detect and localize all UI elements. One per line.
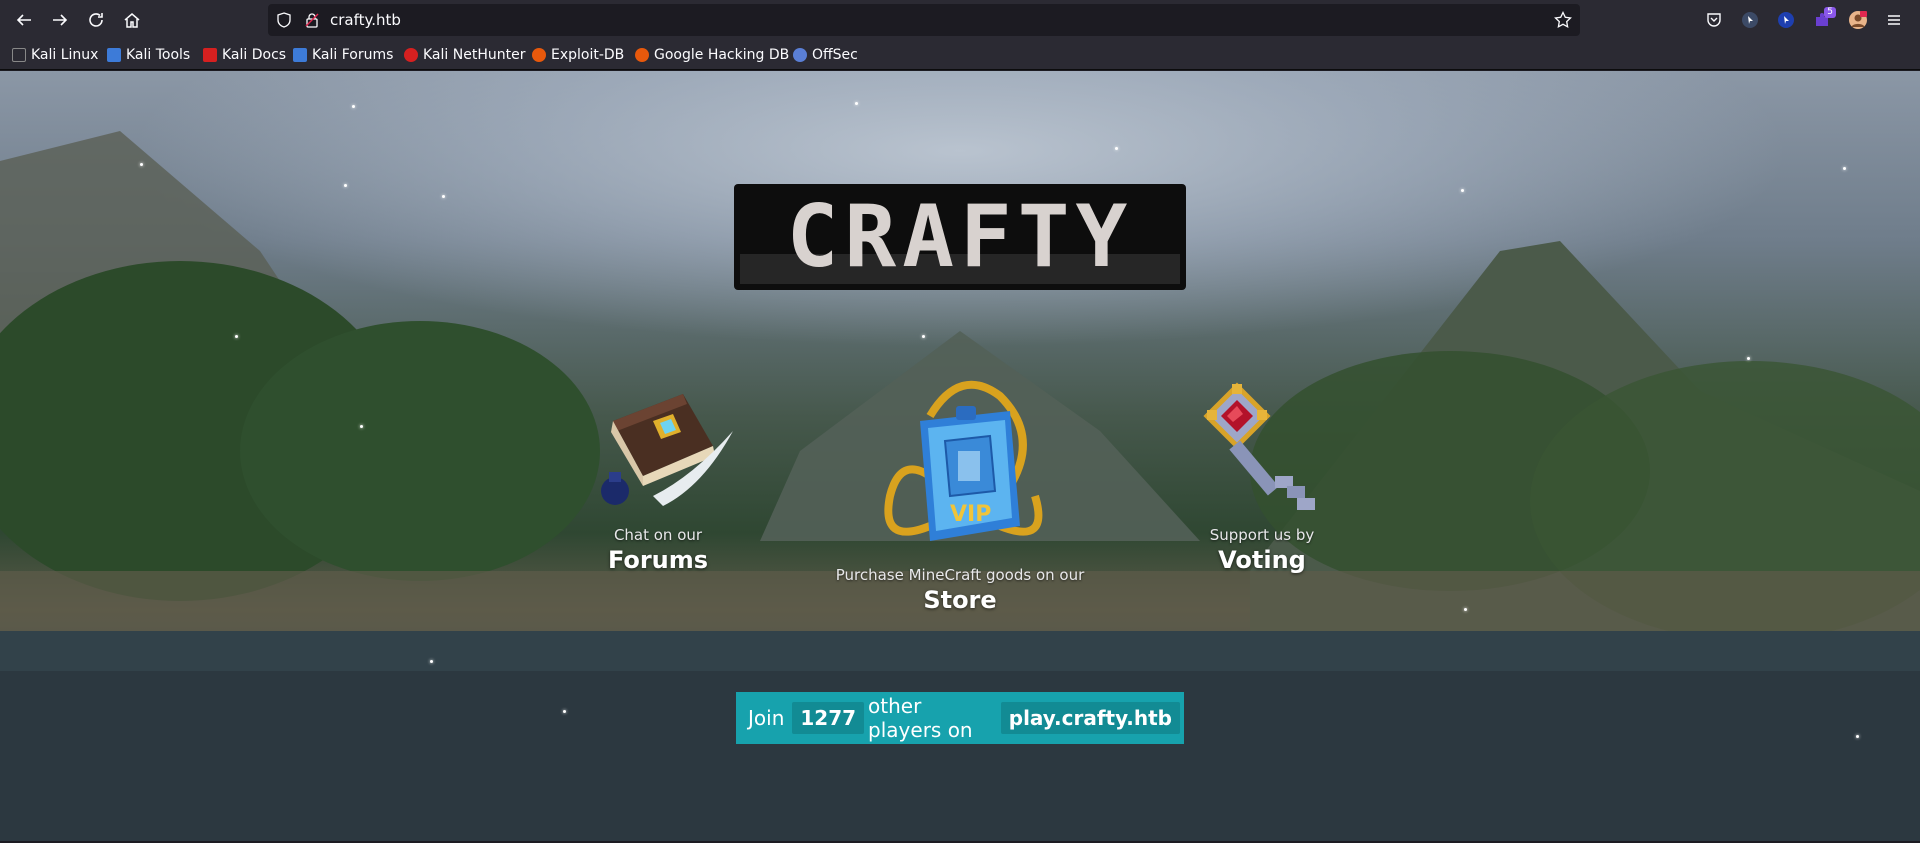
sparkle <box>140 163 143 166</box>
home-button[interactable] <box>116 4 148 36</box>
join-middle-text: other players on <box>868 694 973 742</box>
sparkle <box>235 335 238 338</box>
sparkle <box>360 425 363 428</box>
sparkle <box>855 102 858 105</box>
bookmark-offsec[interactable]: OffSec <box>793 46 858 64</box>
home-icon <box>124 13 140 28</box>
server-address[interactable]: play.crafty.htb <box>1000 702 1180 734</box>
forward-button[interactable] <box>44 4 76 36</box>
sparkle <box>430 660 433 663</box>
exploit-db-icon <box>532 48 546 62</box>
store-feature[interactable]: VIP Purchase MineCraft goods on our Stor… <box>820 376 1100 614</box>
book-quill-icon <box>601 394 733 506</box>
vip-pass-icon: VIP <box>884 380 1043 541</box>
sparkle <box>1115 147 1118 150</box>
hamburger-menu-icon <box>1888 15 1900 25</box>
kali-forums-icon <box>293 48 307 62</box>
crafty-logo: CRAFTY <box>734 184 1186 290</box>
url-text[interactable]: crafty.htb <box>330 11 401 29</box>
pocket-icon <box>1707 13 1721 27</box>
sparkle <box>442 195 445 198</box>
browser-toolbar: crafty.htb 5 <box>0 0 1920 40</box>
bookmark-label: Google Hacking DB <box>654 47 790 63</box>
bookmark-label: Kali Forums <box>312 47 394 63</box>
reload-button[interactable] <box>80 4 112 36</box>
extension-button-1[interactable] <box>1736 6 1764 34</box>
shield-icon[interactable] <box>276 12 292 28</box>
store-subtitle: Purchase MineCraft goods on our <box>835 566 1085 584</box>
svg-text:VIP: VIP <box>950 502 991 527</box>
arrow-left-icon <box>16 14 31 26</box>
kali-tools-icon <box>107 48 121 62</box>
kali-dragon-icon <box>12 48 26 62</box>
key-icon <box>1203 382 1315 510</box>
forums-feature[interactable]: Chat on our Forums <box>560 376 756 574</box>
avatar-icon <box>1849 11 1867 29</box>
voting-title[interactable]: Voting <box>1180 546 1344 574</box>
sparkle <box>1464 608 1467 611</box>
bookmark-label: OffSec <box>812 47 858 63</box>
sparkle <box>1747 357 1750 360</box>
cursor-extension-icon <box>1778 12 1794 28</box>
voting-subtitle: Support us by <box>1209 526 1315 544</box>
sparkle <box>1461 189 1464 192</box>
bookmark-label: Kali NetHunter <box>423 47 526 63</box>
bookmarks-toolbar: Kali Linux Kali Tools Kali Docs Kali For… <box>0 40 1920 70</box>
extension-button-2[interactable] <box>1772 6 1800 34</box>
offsec-icon <box>793 48 807 62</box>
bookmark-label: Exploit-DB <box>551 47 625 63</box>
sparkle <box>922 335 925 338</box>
bookmark-kali-tools[interactable]: Kali Tools <box>107 46 190 64</box>
cursor-extension-icon <box>1742 12 1758 28</box>
arrow-right-icon <box>53 14 68 26</box>
bookmark-label: Kali Docs <box>222 47 287 63</box>
ghdb-icon <box>635 48 649 62</box>
back-button[interactable] <box>8 4 40 36</box>
reload-icon <box>89 13 103 27</box>
sparkle <box>1843 167 1846 170</box>
pocket-button[interactable] <box>1700 6 1728 34</box>
bookmark-label: Kali Linux <box>31 47 99 63</box>
page-viewport: CRAFTY Chat on our Forums VIP Purchase M… <box>0 71 1920 841</box>
bookmark-kali-linux[interactable]: Kali Linux <box>12 46 98 64</box>
join-prefix: Join <box>748 706 785 730</box>
kali-nethunter-icon <box>404 48 418 62</box>
sparkle <box>352 105 355 108</box>
bookmark-exploit-db[interactable]: Exploit-DB <box>532 46 624 64</box>
bookmark-kali-docs[interactable]: Kali Docs <box>203 46 286 64</box>
bookmark-star-icon[interactable] <box>1554 11 1572 29</box>
sparkle <box>344 184 347 187</box>
forums-subtitle: Chat on our <box>613 526 703 544</box>
sparkle <box>1856 735 1859 738</box>
sparkle <box>563 710 566 713</box>
kali-docs-icon <box>203 48 217 62</box>
join-banner: Join 1277 other players on play.crafty.h… <box>736 692 1184 744</box>
app-menu-button[interactable] <box>1880 6 1908 34</box>
bookmark-kali-forums[interactable]: Kali Forums <box>293 46 393 64</box>
url-bar[interactable]: crafty.htb <box>268 4 1580 36</box>
extension-button-3[interactable]: 5 <box>1808 6 1836 34</box>
extension-badge: 5 <box>1824 7 1836 18</box>
logo-text: CRAFTY <box>786 187 1134 287</box>
bookmark-google-hacking-db[interactable]: Google Hacking DB <box>635 46 789 64</box>
voting-feature[interactable]: Support us by Voting <box>1180 376 1344 574</box>
bookmark-label: Kali Tools <box>126 47 191 63</box>
lock-icon[interactable] <box>304 12 320 28</box>
forums-title[interactable]: Forums <box>560 546 756 574</box>
account-button[interactable] <box>1844 6 1872 34</box>
store-title[interactable]: Store <box>820 586 1100 614</box>
player-count-badge: 1277 <box>792 702 865 734</box>
bookmark-kali-nethunter[interactable]: Kali NetHunter <box>404 46 525 64</box>
